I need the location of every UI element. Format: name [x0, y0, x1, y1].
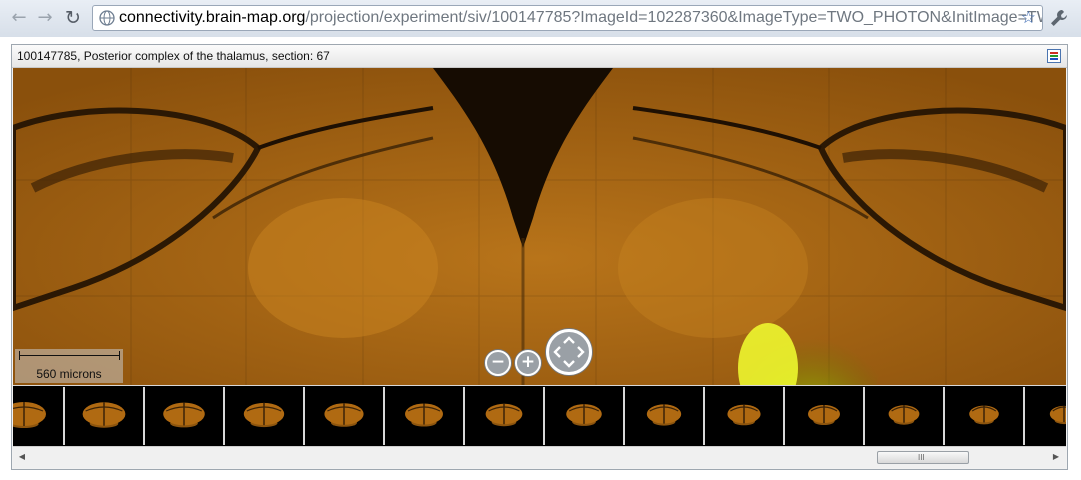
scale-bar-tick-right	[119, 351, 120, 360]
zoom-out-button[interactable]: −	[485, 350, 511, 376]
thumbnail-brain-icon	[485, 403, 523, 427]
scroll-left-icon[interactable]: ◀	[15, 450, 29, 464]
section-thumbnail[interactable]	[945, 387, 1025, 445]
section-thumbnail[interactable]	[385, 387, 465, 445]
section-thumbnail[interactable]	[65, 387, 145, 445]
url-text: connectivity.brain-map.org/projection/ex…	[119, 6, 1043, 30]
page-content: 100147785, Posterior complex of the thal…	[0, 37, 1081, 480]
reload-icon[interactable]: ↻	[62, 7, 84, 29]
thumbnail-brain-icon	[1049, 405, 1066, 425]
section-thumbnail[interactable]	[1025, 387, 1066, 445]
address-bar[interactable]: connectivity.brain-map.org/projection/ex…	[92, 5, 1043, 31]
section-thumbnail[interactable]	[625, 387, 705, 445]
section-thumbnail[interactable]	[305, 387, 385, 445]
thumbnail-brain-icon	[888, 405, 920, 425]
section-thumbnail[interactable]	[465, 387, 545, 445]
scroll-right-icon[interactable]: ▶	[1049, 450, 1063, 464]
star-icon[interactable]: ☆	[1021, 7, 1036, 29]
browser-toolbar: ← → ↻ connectivity.brain-map.org/project…	[0, 0, 1081, 37]
section-thumbnail[interactable]	[785, 387, 865, 445]
thumbnail-brain-icon	[13, 402, 46, 428]
pan-control[interactable]	[546, 329, 592, 375]
brain-section-image[interactable]: 560 microns − +	[13, 68, 1066, 385]
forward-arrow-icon[interactable]: →	[34, 7, 56, 29]
thumbnail-brain-icon	[324, 403, 364, 427]
scrollbar-thumb[interactable]: III	[877, 451, 969, 464]
globe-icon	[99, 10, 115, 26]
pan-arrows-icon	[553, 336, 585, 368]
zoom-in-button[interactable]: +	[515, 350, 541, 376]
thumbnail-brain-icon	[566, 404, 602, 426]
thumbnail-brain-icon	[243, 402, 285, 428]
scale-bar-line	[19, 355, 119, 356]
thumbnail-brain-icon	[727, 404, 761, 426]
minus-icon: −	[490, 352, 506, 372]
section-thumbnail[interactable]	[865, 387, 945, 445]
scale-bar-label: 560 microns	[36, 367, 102, 381]
url-host: connectivity.brain-map.org	[119, 9, 306, 26]
image-viewer: 100147785, Posterior complex of the thal…	[11, 44, 1068, 470]
section-filmstrip[interactable]	[13, 385, 1066, 446]
legend-icon[interactable]	[1047, 49, 1061, 63]
thumbnail-brain-icon	[969, 405, 999, 425]
viewer-title: 100147785, Posterior complex of the thal…	[17, 49, 330, 63]
section-thumbnail[interactable]	[145, 387, 225, 445]
plus-icon: +	[520, 352, 536, 372]
filmstrip-scrollbar[interactable]: ◀ III ▶	[13, 446, 1066, 468]
scrollbar-grip: III	[918, 453, 925, 462]
wrench-icon[interactable]	[1049, 8, 1069, 28]
section-thumbnail[interactable]	[705, 387, 785, 445]
section-thumbnail[interactable]	[545, 387, 625, 445]
thumbnail-brain-icon	[646, 404, 682, 426]
section-thumbnail[interactable]	[13, 387, 65, 445]
back-arrow-icon[interactable]: ←	[8, 7, 30, 29]
thumbnail-brain-icon	[163, 402, 205, 428]
section-thumbnail[interactable]	[225, 387, 305, 445]
thumbnail-brain-icon	[82, 402, 126, 428]
viewer-titlebar: 100147785, Posterior complex of the thal…	[12, 45, 1067, 68]
scale-bar: 560 microns	[15, 349, 123, 383]
thumbnail-brain-icon	[808, 405, 840, 425]
brain-section-graphic	[13, 68, 1066, 385]
url-path: /projection/experiment/siv/100147785?Ima…	[305, 9, 1043, 26]
page-vertical-scrollbar[interactable]	[1069, 37, 1081, 480]
scale-bar-tick-left	[19, 351, 20, 360]
thumbnail-brain-icon	[405, 403, 443, 427]
